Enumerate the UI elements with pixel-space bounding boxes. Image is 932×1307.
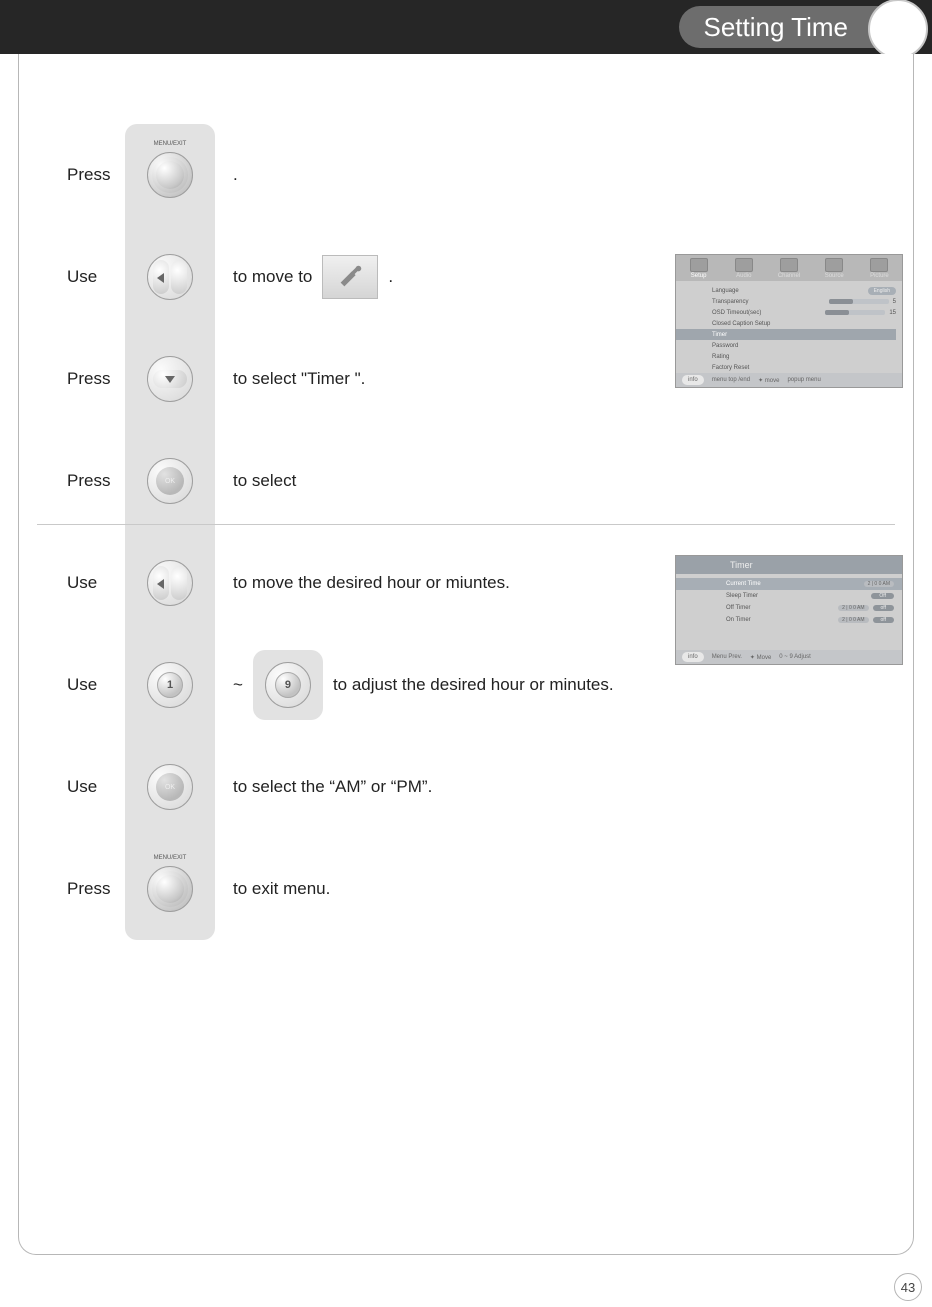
section-divider — [37, 524, 895, 525]
button-column — [125, 328, 215, 430]
step-desc: to select — [233, 471, 296, 491]
osd-tab-channel: Channel — [766, 255, 811, 281]
step-row: Press MENU/EXIT to exit menu. — [67, 838, 865, 940]
osd-row: LanguageEnglish — [712, 285, 896, 296]
osd-row: Sleep TimerOff — [726, 590, 894, 602]
menu-exit-button-icon: MENU/EXIT — [147, 152, 193, 198]
step-row: Press OK to select — [67, 430, 865, 532]
osd-row: Closed Caption Setup — [712, 318, 896, 329]
button-column: OK — [125, 736, 215, 838]
step-desc: to select the “AM” or “PM”. — [233, 777, 432, 797]
page-title: Setting Time — [703, 12, 848, 43]
step-desc: . — [233, 165, 238, 185]
step-verb: Press — [67, 471, 125, 491]
step-verb: Press — [67, 879, 125, 899]
step-desc: to move to . — [233, 255, 393, 299]
button-column: 1 — [125, 634, 215, 736]
osd-row-highlighted: Timer — [676, 329, 896, 340]
ok-button-icon: OK — [147, 764, 193, 810]
number-9-button-icon: 9 — [253, 650, 323, 720]
osd-timer-screenshot: Timer Current Time2 | 0 0 AM Sleep Timer… — [675, 555, 903, 665]
page-number: 43 — [894, 1273, 922, 1301]
menu-exit-label: MENU/EXIT — [148, 141, 192, 147]
osd-row: Rating — [712, 351, 896, 362]
step-verb: Press — [67, 369, 125, 389]
step-desc: to move the desired hour or miuntes. — [233, 573, 510, 593]
step-verb: Press — [67, 165, 125, 185]
left-right-button-icon — [147, 254, 193, 300]
menu-exit-label: MENU/EXIT — [148, 855, 192, 861]
osd-row: On Timer2 | 0 0 AMoff — [726, 614, 894, 626]
osd-tab-audio: Audio — [721, 255, 766, 281]
button-column: MENU/EXIT — [125, 124, 215, 226]
step-row: Press MENU/EXIT . — [67, 124, 865, 226]
page-title-pill: Setting Time — [679, 6, 900, 48]
osd-row: Password — [712, 340, 896, 351]
step-desc: to exit menu. — [233, 879, 330, 899]
left-right-button-icon — [147, 560, 193, 606]
osd-timer-title: Timer — [676, 556, 902, 574]
button-column — [125, 532, 215, 634]
step-desc: ~ 9 to adjust the desired hour or minute… — [233, 650, 614, 720]
steps-list: Press MENU/EXIT . Use to move to — [67, 124, 865, 940]
step-verb: Use — [67, 675, 125, 695]
number-1-button-icon: 1 — [147, 662, 193, 708]
osd-footer: info Menu Prev. ✦ Move 0 ~ 9 Adjust — [676, 650, 902, 664]
step-verb: Use — [67, 573, 125, 593]
button-column — [125, 226, 215, 328]
step-desc: to select "Timer ". — [233, 369, 365, 389]
content-box: Press MENU/EXIT . Use to move to — [18, 54, 914, 1255]
menu-exit-button-icon: MENU/EXIT — [147, 866, 193, 912]
osd-tab-source: Source — [812, 255, 857, 281]
osd-row-highlighted: Current Time2 | 0 0 AM — [676, 578, 902, 590]
osd-setup-screenshot: Setup Audio Channel Source Picture Langu… — [675, 254, 903, 388]
osd-row: Transparency5 — [712, 296, 896, 307]
osd-row: Factory Reset — [712, 362, 896, 373]
osd-row: Off Timer2 | 0 0 AMoff — [726, 602, 894, 614]
step-verb: Use — [67, 777, 125, 797]
button-column: OK — [125, 430, 215, 532]
button-column: MENU/EXIT — [125, 838, 215, 940]
osd-tab-picture: Picture — [857, 255, 902, 281]
osd-footer: info menu top /end ✦ move popup menu — [676, 373, 902, 387]
osd-row: OSD Timeout(sec)15 — [712, 307, 896, 318]
down-button-icon — [147, 356, 193, 402]
osd-tab-setup: Setup — [676, 255, 721, 281]
step-verb: Use — [67, 267, 125, 287]
step-row: Use OK to select the “AM” or “PM”. — [67, 736, 865, 838]
top-bar: Setting Time — [0, 0, 932, 54]
setup-tools-icon — [322, 255, 378, 299]
ok-button-icon: OK — [147, 458, 193, 504]
